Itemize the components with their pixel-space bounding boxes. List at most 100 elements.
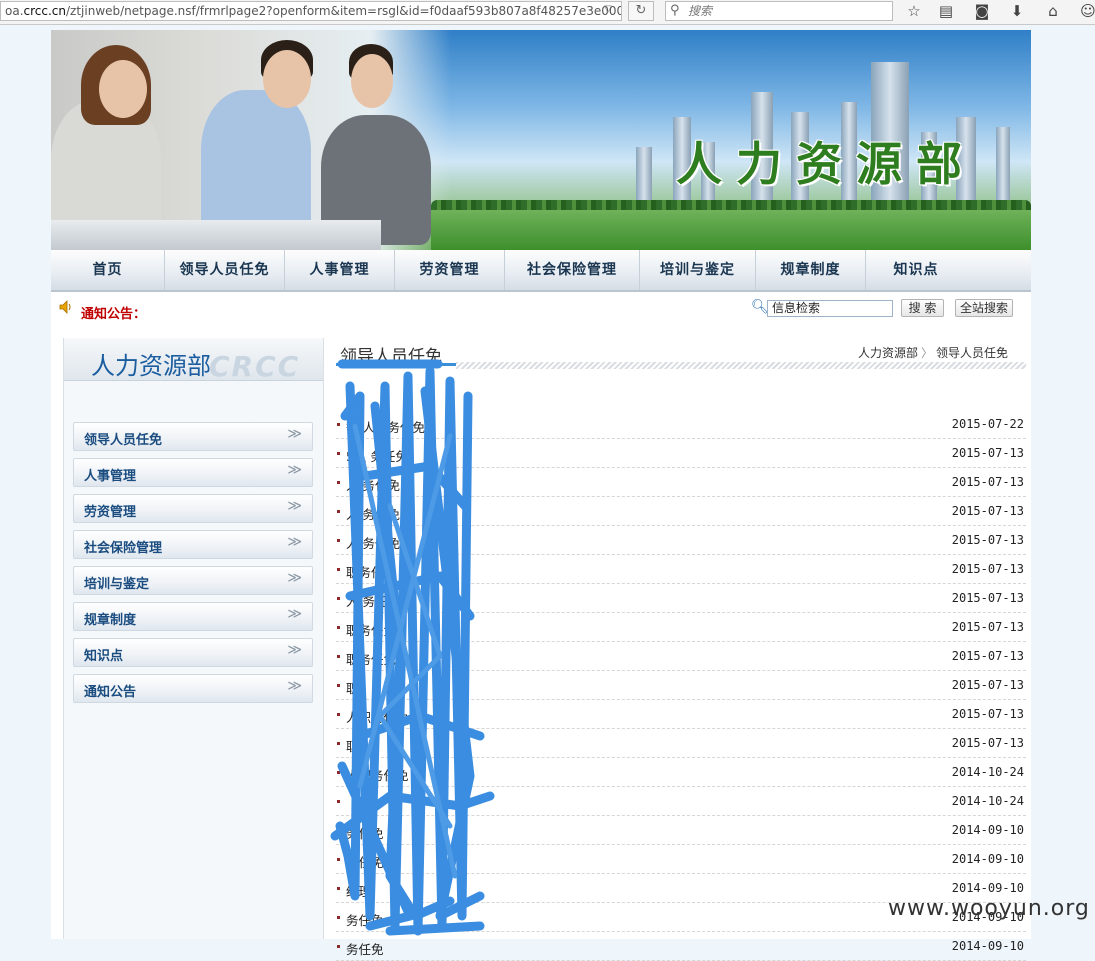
chevron-right-icon: ≫: [287, 606, 302, 622]
list-item-title[interactable]: 务任免: [346, 852, 384, 871]
sidebar-watermark: CRCC: [209, 350, 301, 381]
chevron-right-icon: ≫: [287, 570, 302, 586]
reading-list-icon[interactable]: ▤: [934, 0, 958, 22]
list-item-title[interactable]: 人职务任免: [346, 765, 409, 784]
sidebar-item-social-insurance[interactable]: 社会保险管理 ≫: [73, 530, 313, 559]
breadcrumb: 人力资源部〉领导人员任免: [858, 344, 1008, 361]
list-item-date: 2014-09-10: [951, 881, 1024, 895]
list-item-title[interactable]: 等 人职务任免: [346, 417, 425, 436]
download-icon[interactable]: ⬇: [1005, 0, 1029, 22]
list-item-title[interactable]: 经理: [346, 881, 371, 900]
list-item-date: 2015-07-13: [951, 446, 1024, 460]
list-item[interactable]: 人 务任免 2015-07-13: [336, 584, 1026, 613]
list-item-title[interactable]: 5人 务任免: [346, 446, 408, 465]
list-item[interactable]: 职 2015-07-13: [336, 729, 1026, 758]
url-path: /ztjinweb/netpage.nsf/frmrlpage2?openfor…: [66, 4, 622, 18]
sidebar-item-notices[interactable]: 通知公告 ≫: [73, 674, 313, 703]
browser-search-input[interactable]: ⚲ 搜索: [665, 1, 893, 21]
list-item-title[interactable]: 职: [346, 678, 359, 697]
list-item-title[interactable]: 务任免: [346, 823, 384, 842]
breadcrumb-item[interactable]: 人力资源部: [858, 346, 918, 360]
bullet-icon: [337, 423, 340, 426]
nav-item-training[interactable]: 培训与鉴定: [640, 250, 756, 290]
reload-icon[interactable]: ↻: [628, 1, 654, 21]
nav-item-personnel[interactable]: 人事管理: [285, 250, 395, 290]
nav-item-home[interactable]: 首页: [51, 250, 165, 290]
home-icon[interactable]: ⌂: [1041, 0, 1065, 22]
url-bar[interactable]: oa.crcc.cn/ztjinweb/netpage.nsf/frmrlpag…: [0, 1, 622, 21]
nav-item-labor-wages[interactable]: 劳资管理: [395, 250, 505, 290]
sidebar-title: 人力资源部: [91, 352, 211, 380]
list-item-title[interactable]: 人 务任免: [346, 533, 400, 552]
list-item-title[interactable]: 务任免: [346, 939, 384, 958]
list-item-title[interactable]: 职: [346, 736, 359, 755]
list-item-title[interactable]: 务任免: [346, 910, 384, 929]
list-item[interactable]: 职务任免 2015-07-13: [336, 613, 1026, 642]
list-item-title[interactable]: 人 务任免: [346, 504, 400, 523]
list-item-date: 2014-10-24: [951, 765, 1024, 779]
bullet-icon: [337, 539, 340, 542]
list-item[interactable]: 5人 务任免 2015-07-13: [336, 439, 1026, 468]
list-item[interactable]: 职 2015-07-13: [336, 671, 1026, 700]
site-search-button[interactable]: 全站搜索: [955, 299, 1013, 317]
list-item[interactable]: 2014-10-24: [336, 787, 1026, 816]
nav-item-social-insurance[interactable]: 社会保险管理: [505, 250, 640, 290]
list-item-title[interactable]: 人 务任免: [346, 591, 400, 610]
sidebar-item-leader-appointment[interactable]: 领导人员任免 ≫: [73, 422, 313, 451]
sidebar-item-training[interactable]: 培训与鉴定 ≫: [73, 566, 313, 595]
sidebar-item-label: 劳资管理: [84, 505, 137, 520]
emoji-icon[interactable]: ☺: [1076, 0, 1095, 22]
url-domain: crcc.cn: [23, 4, 66, 18]
header-banner: 人力资源部: [51, 30, 1031, 250]
list-item-date: 2015-07-13: [951, 504, 1024, 518]
bullet-icon: [337, 771, 340, 774]
list-item[interactable]: 务任免 2014-09-10: [336, 816, 1026, 845]
sidebar-item-label: 规章制度: [84, 613, 137, 628]
list-item[interactable]: 人 务任免 2015-07-13: [336, 526, 1026, 555]
page-container: 人力资源部 首页 领导人员任免 人事管理 劳资管理 社会保险管理 培训与鉴定 规…: [51, 30, 1031, 961]
search-button[interactable]: 搜 索: [901, 299, 944, 317]
list-item-title[interactable]: 职务任免: [346, 649, 396, 668]
list-item-date: 2015-07-13: [951, 562, 1024, 576]
list-item-title[interactable]: 人职务任免: [346, 707, 409, 726]
sidebar-item-regulations[interactable]: 规章制度 ≫: [73, 602, 313, 631]
nav-item-knowledge[interactable]: 知识点: [866, 250, 966, 290]
bullet-icon: [337, 481, 340, 484]
list-item-date: 2015-07-13: [951, 736, 1024, 750]
list-item[interactable]: 人职务任免 2014-10-24: [336, 758, 1026, 787]
bookmark-star-icon[interactable]: ☆: [902, 0, 926, 22]
list-item[interactable]: 务任免 2014-09-10: [336, 932, 1026, 961]
list-item-date: 2014-09-10: [951, 852, 1024, 866]
sidebar-item-labor-wages[interactable]: 劳资管理 ≫: [73, 494, 313, 523]
list-item-title[interactable]: 职务任免: [346, 620, 396, 639]
pocket-icon[interactable]: ◙: [970, 0, 994, 22]
breadcrumb-item[interactable]: 领导人员任免: [936, 346, 1008, 360]
list-item-title[interactable]: 职务任免: [346, 562, 396, 581]
nav-item-leader-appointment[interactable]: 领导人员任免: [165, 250, 285, 290]
list-item-date: 2015-07-13: [951, 620, 1024, 634]
bullet-icon: [337, 684, 340, 687]
list-item[interactable]: 职务任免 2015-07-13: [336, 642, 1026, 671]
list-item[interactable]: 职务任免 2015-07-13: [336, 555, 1026, 584]
sidebar: CRCC 人力资源部 领导人员任免 ≫ 人事管理 ≫ 劳资管理 ≫ 社会保险管理 ≫ 培…: [63, 338, 324, 939]
sidebar-item-label: 通知公告: [84, 685, 137, 700]
list-item[interactable]: 人 务任免 2015-07-13: [336, 468, 1026, 497]
list-item-title[interactable]: 人 务任免: [346, 475, 400, 494]
sidebar-item-knowledge[interactable]: 知识点 ≫: [73, 638, 313, 667]
site-watermark: www.wooyun.org: [888, 896, 1090, 921]
url-dropdown-icon[interactable]: ▽: [604, 4, 612, 15]
nav-item-regulations[interactable]: 规章制度: [756, 250, 866, 290]
list-item[interactable]: 人 务任免 2015-07-13: [336, 497, 1026, 526]
bullet-icon: [337, 945, 340, 948]
title-underline: [336, 363, 456, 366]
list-item[interactable]: 等 人职务任免 2015-07-22: [336, 410, 1026, 439]
list-item[interactable]: 人职务任免 2015-07-13: [336, 700, 1026, 729]
sidebar-item-label: 知识点: [84, 649, 124, 664]
sidebar-item-personnel[interactable]: 人事管理 ≫: [73, 458, 313, 487]
browser-toolbar: oa.crcc.cn/ztjinweb/netpage.nsf/frmrlpag…: [0, 0, 1095, 25]
bullet-icon: [337, 713, 340, 716]
list-item-date: 2015-07-13: [951, 591, 1024, 605]
sidebar-item-label: 领导人员任免: [84, 433, 163, 448]
info-search-input[interactable]: 信息检索: [767, 300, 893, 317]
list-item[interactable]: 务任免 2014-09-10: [336, 845, 1026, 874]
